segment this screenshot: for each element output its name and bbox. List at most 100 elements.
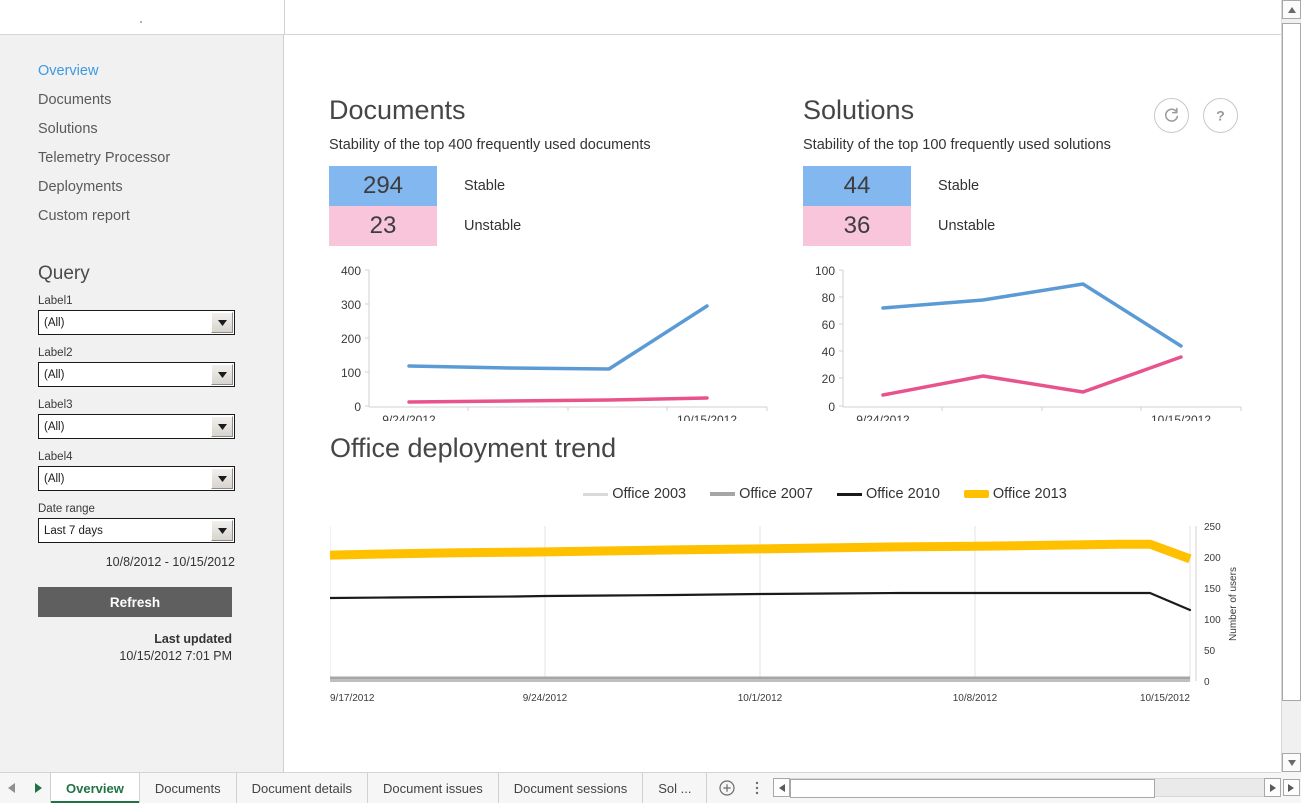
legend-swatch-office-2010 <box>837 493 862 496</box>
x-tick: 10/15/2012 <box>1151 413 1211 421</box>
y-tick: 100 <box>1204 615 1221 626</box>
documents-stable-label: Stable <box>437 166 505 206</box>
y-tick: 0 <box>354 400 361 414</box>
column-divider <box>284 0 285 34</box>
label3-dropdown-value: (All) <box>39 421 64 433</box>
solutions-stat-table: 44 Stable 36 Unstable <box>803 166 1253 246</box>
y-tick: 60 <box>822 318 836 332</box>
last-updated-label: Last updated <box>38 631 232 648</box>
y-tick: 200 <box>341 332 361 346</box>
documents-stability-chart: 400 300 200 100 0 <box>329 259 779 421</box>
office-deployment-chart: 250 200 150 100 50 0 Number of users 9/1… <box>330 516 1280 716</box>
chevron-down-icon[interactable] <box>211 364 233 385</box>
sheet-tab-overview[interactable]: Overview <box>50 773 140 803</box>
documents-panel-subtitle: Stability of the top 400 frequently used… <box>329 137 779 153</box>
solutions-stable-row: 44 Stable <box>803 166 1253 206</box>
legend-item-office-2013[interactable]: Office 2013 <box>964 486 1067 502</box>
sheet-tab-documents[interactable]: Documents <box>140 773 237 803</box>
solutions-stable-line <box>883 284 1181 346</box>
legend-item-office-2003[interactable]: Office 2003 <box>583 486 686 502</box>
sheet-tab-document-sessions[interactable]: Document sessions <box>499 773 643 803</box>
sidebar-item-overview[interactable]: Overview <box>0 57 283 86</box>
sidebar-item-solutions[interactable]: Solutions <box>0 115 283 144</box>
legend-item-office-2007[interactable]: Office 2007 <box>710 486 813 502</box>
label4-dropdown[interactable]: (All) <box>38 466 235 491</box>
add-sheet-icon[interactable] <box>707 773 747 803</box>
prev-sheet-arrow-icon[interactable] <box>8 783 15 793</box>
scroll-corner <box>1281 772 1301 803</box>
y-tick: 40 <box>822 345 836 359</box>
y-tick: 20 <box>822 372 836 386</box>
legend-item-office-2010[interactable]: Office 2010 <box>837 486 940 502</box>
x-tick: 9/24/2012 <box>856 413 910 421</box>
legend-swatch-office-2007 <box>710 492 735 496</box>
field-label3-caption: Label3 <box>38 399 283 411</box>
sheet-tab-solutions-truncated[interactable]: Sol ... <box>643 773 707 803</box>
legend-label-office-2007: Office 2007 <box>739 486 813 502</box>
last-updated-timestamp: 10/15/2012 7:01 PM <box>38 648 232 665</box>
field-label1-caption: Label1 <box>38 295 283 307</box>
horizontal-scrollbar[interactable] <box>773 777 1281 798</box>
last-updated-block: Last updated 10/15/2012 7:01 PM <box>38 631 232 665</box>
deployment-legend: Office 2003 Office 2007 Office 2010 Offi… <box>330 486 1280 502</box>
solutions-stable-count: 44 <box>803 166 911 206</box>
label3-dropdown[interactable]: (All) <box>38 414 235 439</box>
horizontal-scrollbar-thumb[interactable] <box>790 779 1155 798</box>
query-section-title: Query <box>38 263 283 285</box>
sidebar-item-telemetry-processor[interactable]: Telemetry Processor <box>0 144 283 173</box>
scroll-up-icon[interactable] <box>1282 0 1301 19</box>
field-label2: Label2 (All) <box>38 347 283 387</box>
sheet-tab-document-issues[interactable]: Document issues <box>368 773 499 803</box>
vertical-scrollbar[interactable] <box>1281 0 1301 772</box>
legend-swatch-office-2013 <box>964 490 989 498</box>
sheet-tab-document-details[interactable]: Document details <box>237 773 368 803</box>
solutions-stability-chart: 100 80 60 40 20 0 <box>803 259 1253 421</box>
documents-stable-line <box>409 306 707 369</box>
solutions-panel-title: Solutions <box>803 93 1253 127</box>
label2-dropdown[interactable]: (All) <box>38 362 235 387</box>
chevron-down-icon[interactable] <box>211 468 233 489</box>
documents-unstable-row: 23 Unstable <box>329 206 779 246</box>
chevron-down-icon[interactable] <box>211 416 233 437</box>
label1-dropdown-value: (All) <box>39 317 64 329</box>
legend-label-office-2003: Office 2003 <box>612 486 686 502</box>
field-label4: Label4 (All) <box>38 451 283 491</box>
x-tick: 10/8/2012 <box>953 693 998 704</box>
solutions-unstable-label: Unstable <box>911 206 995 246</box>
horizontal-scrollbar-track[interactable] <box>790 778 1264 797</box>
x-tick: 10/15/2012 <box>677 413 737 421</box>
scroll-right-end-icon[interactable] <box>1283 779 1300 796</box>
x-tick: 10/1/2012 <box>738 693 783 704</box>
date-range-dropdown[interactable]: Last 7 days <box>38 518 235 543</box>
label2-dropdown-value: (All) <box>39 369 64 381</box>
sheet-tab-bar: Overview Documents Document details Docu… <box>0 772 1301 803</box>
scroll-down-icon[interactable] <box>1282 753 1301 772</box>
vertical-scrollbar-thumb[interactable] <box>1282 23 1301 701</box>
sidebar-item-documents[interactable]: Documents <box>0 86 283 115</box>
more-vertical-icon[interactable] <box>747 773 767 803</box>
x-tick: 9/24/2012 <box>382 413 436 421</box>
label1-dropdown[interactable]: (All) <box>38 310 235 335</box>
scroll-right-icon[interactable] <box>1264 778 1281 797</box>
scroll-left-icon[interactable] <box>773 778 790 797</box>
y-tick: 0 <box>1204 677 1210 688</box>
next-sheet-arrow-icon[interactable] <box>35 783 42 793</box>
field-label3: Label3 (All) <box>38 399 283 439</box>
solutions-stable-label: Stable <box>911 166 979 206</box>
documents-unstable-line <box>409 398 707 402</box>
chevron-down-icon[interactable] <box>211 312 233 333</box>
deployment-trend-panel: Office deployment trend Office 2003 Offi… <box>330 433 1280 716</box>
sidebar-item-deployments[interactable]: Deployments <box>0 173 283 202</box>
telemetry-dashboard-window: Overview Documents Solutions Telemetry P… <box>0 0 1301 803</box>
y-tick: 400 <box>341 264 361 278</box>
documents-stat-table: 294 Stable 23 Unstable <box>329 166 779 246</box>
documents-panel-title: Documents <box>329 93 779 127</box>
sidebar-item-custom-report[interactable]: Custom report <box>0 202 283 231</box>
solutions-unstable-row: 36 Unstable <box>803 206 1253 246</box>
field-date-range-caption: Date range <box>38 503 283 515</box>
x-tick: 9/17/2012 <box>330 693 375 704</box>
sheet-nav-arrows <box>0 773 50 803</box>
refresh-button[interactable]: Refresh <box>38 587 232 617</box>
chevron-down-icon[interactable] <box>211 520 233 541</box>
y-tick: 250 <box>1204 522 1221 533</box>
